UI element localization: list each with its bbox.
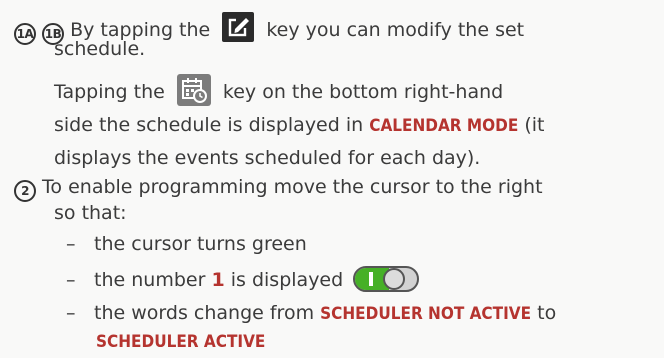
bullet-dash: – (66, 302, 76, 324)
bullet-words-change-cont: SCHEDULER ACTIVE (96, 330, 265, 352)
step2-line1-text: To enable programming move the cursor to… (42, 176, 543, 198)
edit-key-icon (222, 12, 255, 42)
step2-line1: 2 To enable programming move the cursor … (14, 176, 543, 202)
bullet-text-pre: the words change from (94, 302, 315, 324)
step1-line3: Tapping the key on the bottom right-hand (54, 74, 503, 106)
number-one-label: 1 (211, 269, 225, 291)
step1-line4-text: side the schedule is displayed in (54, 114, 364, 136)
calendar-clock-key-icon (176, 74, 211, 106)
step-badge-2: 2 (14, 180, 36, 202)
step1-line1-post: key you can modify the set (266, 19, 525, 41)
scheduler-not-active-label: SCHEDULER NOT ACTIVE (320, 304, 532, 324)
bullet-text: the cursor turns green (94, 233, 307, 255)
bullet-dash: – (66, 233, 76, 255)
step1-line4-post: (it (524, 114, 545, 136)
bullet-words-change: – the words change from SCHEDULER NOT AC… (66, 302, 556, 324)
bullet-number-displayed: – the number 1 is displayed (66, 266, 420, 292)
step1-line3-pre: Tapping the (54, 81, 165, 103)
bullet-cursor-green: – the cursor turns green (66, 233, 307, 255)
step-badge-1a: 1A (14, 23, 36, 45)
toggle-one-mark-icon (369, 272, 374, 286)
step1-line2: schedule. (54, 38, 146, 60)
step1-line4: side the schedule is displayed in CALEND… (54, 114, 545, 136)
scheduler-active-label: SCHEDULER ACTIVE (96, 332, 266, 352)
calendar-mode-label: CALENDAR MODE (369, 116, 519, 136)
bullet-dash: – (66, 269, 76, 291)
step2-line2: so that: (54, 202, 127, 224)
step1-line3-post: key on the bottom right-hand (222, 81, 504, 103)
step1-line5: displays the events scheduled for each d… (54, 147, 481, 169)
toggle-knob[interactable] (383, 268, 406, 290)
bullet-text-post: is displayed (230, 269, 344, 291)
bullet-text-pre: the number (94, 269, 206, 291)
bullet-text-to: to (537, 302, 557, 324)
scheduler-toggle[interactable] (353, 266, 420, 292)
